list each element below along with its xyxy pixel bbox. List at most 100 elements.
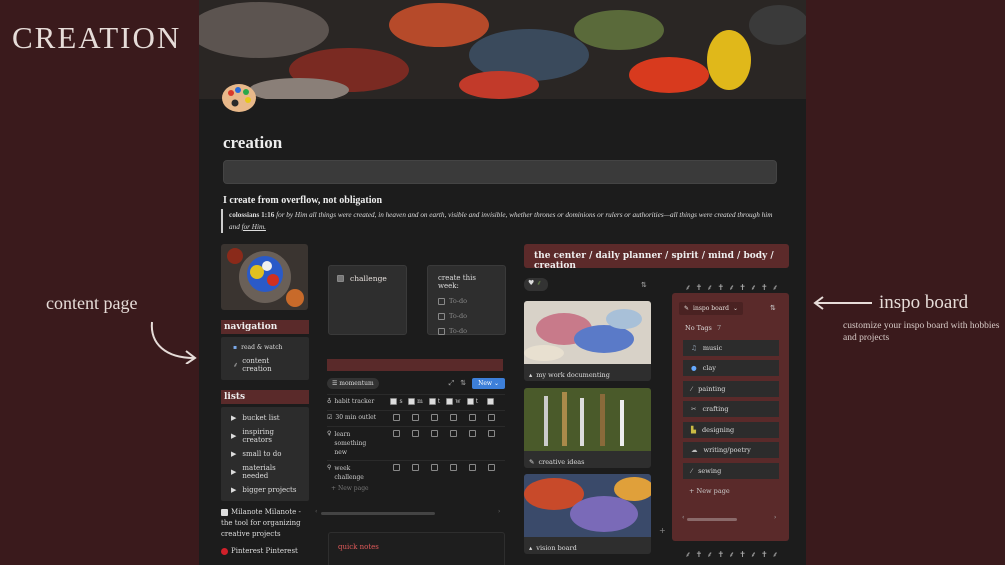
todo-checkbox[interactable] <box>438 327 445 335</box>
filter-icon[interactable]: ⇅ <box>460 379 466 387</box>
center-nav-bar[interactable]: the center / daily planner / spirit / mi… <box>524 244 789 271</box>
inspo-tag-sewing[interactable]: ⁄ sewing <box>683 463 779 479</box>
tag-label: clay <box>702 364 716 372</box>
filter-icon[interactable]: ⇅ <box>770 304 776 312</box>
needle-icon: ⁄ <box>691 467 693 475</box>
embed-bar[interactable] <box>223 160 777 184</box>
milanote-prefix: Milanote <box>231 508 263 516</box>
todo-label[interactable]: To-do <box>449 297 467 305</box>
habit-checkbox[interactable] <box>450 414 457 421</box>
habit-checkbox[interactable] <box>450 464 457 471</box>
list-item-bucket-list[interactable]: ▶ bucket list <box>225 411 305 425</box>
chevron-down-icon[interactable]: ⌄ <box>733 305 738 312</box>
horizontal-scrollbar[interactable] <box>321 512 435 515</box>
challenge-card[interactable]: challenge <box>328 265 407 335</box>
scroll-right-icon[interactable]: › <box>774 514 776 521</box>
list-item-small-to-do[interactable]: ▶ small to do <box>225 447 305 461</box>
gallery-view-tab[interactable]: ♥ ⸙ <box>524 278 548 291</box>
habit-checkbox[interactable] <box>431 464 438 471</box>
column-header: t <box>463 398 482 405</box>
inspo-new-page[interactable]: + New page <box>689 487 730 495</box>
left-column: navigation ▪ read & watch ⸙ content crea… <box>221 244 309 557</box>
nav-label: read & watch <box>241 344 283 351</box>
gallery-card-vision[interactable]: ▴ vision board <box>524 474 651 554</box>
todo-label[interactable]: To-do <box>449 312 467 320</box>
chevron-down-icon[interactable]: ⌄ <box>494 380 499 387</box>
habit-checkbox[interactable] <box>393 414 400 421</box>
table-row[interactable]: ⚲ week challenge <box>327 460 505 482</box>
ornament-divider-icon: ⸙ ✝ ⸙ ✝ ⸙ ✝ ⸙ ✝ ⸙ <box>685 550 780 559</box>
new-button[interactable]: New ⌄ <box>472 377 505 389</box>
list-item-materials-needed[interactable]: ▶ materials needed <box>225 461 305 483</box>
scroll-left-icon[interactable]: ‹ <box>682 514 684 521</box>
gallery-card-work[interactable]: ▴ my work documenting <box>524 301 651 381</box>
paint-image <box>221 244 308 310</box>
habit-checkbox[interactable] <box>488 414 495 421</box>
table-header-row: ♁ habit tracker s m t w t <box>327 394 505 410</box>
toggle-icon[interactable]: ▶ <box>231 486 236 494</box>
new-label: New <box>478 379 493 387</box>
plant-icon: ⸙ <box>534 279 542 287</box>
navigation-header: navigation <box>221 320 309 334</box>
filter-icon[interactable]: ⇅ <box>641 281 647 289</box>
habit-checkbox[interactable] <box>488 464 495 471</box>
habit-checkbox[interactable] <box>431 430 438 437</box>
expand-icon[interactable]: ⤢ <box>449 379 455 388</box>
toggle-icon[interactable]: ▶ <box>231 414 236 422</box>
habit-checkbox[interactable] <box>393 430 400 437</box>
habit-checkbox[interactable] <box>431 414 438 421</box>
table-row[interactable]: ☑ 30 min outlet <box>327 410 505 426</box>
book-icon: ▪ <box>233 344 238 351</box>
inspo-tag-painting[interactable]: ⁄ painting <box>683 381 779 397</box>
todo-checkbox[interactable] <box>438 297 445 305</box>
list-label: materials needed <box>242 464 276 480</box>
habit-checkbox[interactable] <box>412 464 419 471</box>
nav-item-content-creation[interactable]: ⸙ content creation <box>227 354 303 376</box>
gallery-label: my work documenting <box>536 371 610 379</box>
list-item-bigger-projects[interactable]: ▶ bigger projects <box>225 483 305 497</box>
habit-checkbox[interactable] <box>469 414 476 421</box>
music-icon: ♫ <box>691 344 697 352</box>
table-row[interactable]: ♀ learn something new <box>327 426 505 460</box>
cover-image <box>199 0 806 99</box>
new-page-row[interactable]: + New page <box>327 482 505 495</box>
habit-checkbox[interactable] <box>412 414 419 421</box>
pinterest-link[interactable]: Pinterest Pinterest <box>221 546 309 557</box>
row-name[interactable]: learn something new <box>334 430 368 457</box>
inspo-view-tab[interactable]: ✎ inspo board ⌄ <box>679 302 744 315</box>
inspo-tag-writing[interactable]: ☁ writing/poetry <box>683 442 779 458</box>
scroll-right-icon[interactable]: › <box>498 508 500 515</box>
momentum-view-tab[interactable]: ☰ momentum <box>327 377 379 389</box>
navigation-box: ▪ read & watch ⸙ content creation <box>221 337 309 380</box>
todo-item[interactable]: To-do <box>438 312 495 320</box>
milanote-link[interactable]: Milanote Milanote - the tool for organiz… <box>221 507 309 540</box>
todo-label[interactable]: To-do <box>449 327 467 335</box>
habit-checkbox[interactable] <box>450 430 457 437</box>
add-icon[interactable]: + <box>659 526 666 535</box>
inspo-tag-clay[interactable]: ● clay <box>683 360 779 376</box>
checkbox-icon: ☑ <box>327 414 333 421</box>
inspo-tag-designing[interactable]: ▙ designing <box>683 422 779 438</box>
inspo-tag-crafting[interactable]: ✂ crafting <box>683 401 779 417</box>
habit-checkbox[interactable] <box>488 430 495 437</box>
inspo-scrollbar[interactable] <box>687 518 737 521</box>
habit-checkbox[interactable] <box>412 430 419 437</box>
list-item-inspiring-creators[interactable]: ▶ inspiring creators <box>225 425 305 447</box>
gallery-card-ideas[interactable]: ✎ creative ideas <box>524 388 651 468</box>
habit-checkbox[interactable] <box>393 464 400 471</box>
row-name[interactable]: week challenge <box>334 464 368 482</box>
scroll-left-icon[interactable]: ‹ <box>315 508 317 515</box>
habit-checkbox[interactable] <box>469 464 476 471</box>
nav-item-read-watch[interactable]: ▪ read & watch <box>227 341 303 354</box>
toggle-icon[interactable]: ▶ <box>231 450 236 458</box>
inspo-board-subtitle: customize your inspo board with hobbies … <box>843 321 1000 343</box>
row-name[interactable]: 30 min outlet <box>335 414 376 421</box>
quick-notes-card[interactable]: quick notes <box>328 532 505 565</box>
todo-checkbox[interactable] <box>438 312 445 320</box>
toggle-icon[interactable]: ▶ <box>231 468 236 476</box>
todo-item[interactable]: To-do <box>438 327 495 335</box>
inspo-tag-music[interactable]: ♫ music <box>683 340 779 356</box>
todo-item[interactable]: To-do <box>438 297 495 305</box>
toggle-icon[interactable]: ▶ <box>231 432 236 440</box>
habit-checkbox[interactable] <box>469 430 476 437</box>
